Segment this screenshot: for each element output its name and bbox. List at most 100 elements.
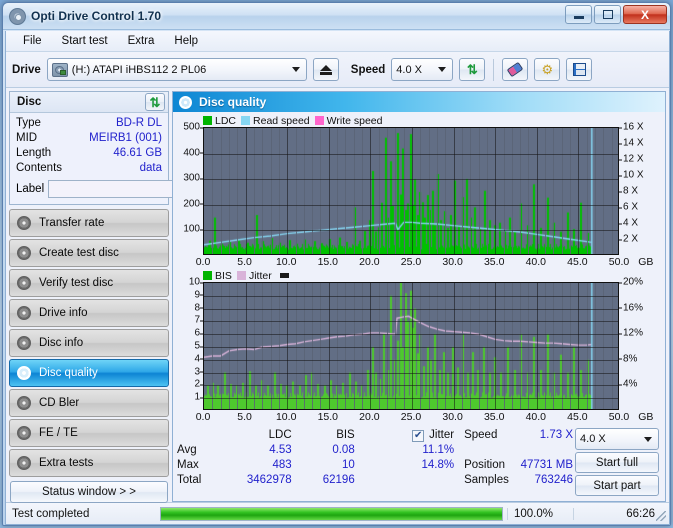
stats-header-bis: BIS	[336, 429, 355, 441]
refresh-button[interactable]: ⇅	[459, 58, 486, 81]
sidebar-item-drive-info[interactable]: Drive info	[9, 299, 169, 327]
sidebar-item-label: FE / TE	[39, 427, 78, 439]
minimize-icon	[573, 16, 584, 19]
grid-line-v	[337, 128, 338, 254]
grid-line-v	[537, 128, 538, 254]
grid-line-v	[612, 128, 613, 254]
disc-properties: Type BD-R DL MID MEIRB1 (001) Length 46.…	[10, 113, 219, 204]
test-speed-select[interactable]: 4.0 X	[575, 428, 660, 450]
menu-help[interactable]: Help	[165, 32, 207, 50]
jitter-checkbox[interactable]: ✔	[412, 429, 425, 442]
save-button[interactable]	[566, 58, 593, 81]
eject-icon	[319, 65, 332, 75]
grid-line-v	[296, 283, 297, 409]
sidebar-item-disc-info[interactable]: Disc info	[9, 329, 169, 357]
grid-line-v	[404, 283, 405, 409]
grid-line-v	[537, 283, 538, 409]
grid-line-h	[204, 385, 618, 386]
grid-line-v	[462, 128, 463, 254]
menu-file[interactable]: File	[14, 32, 51, 50]
disc-row-contents: Contents data	[16, 161, 162, 176]
stats-speed-key: Speed	[464, 429, 498, 441]
x-tick-label: 45.0	[567, 411, 588, 423]
disc-refresh-button[interactable]: ⇅	[145, 93, 165, 111]
disc-type-key: Type	[16, 117, 41, 129]
grid-line-v	[553, 128, 554, 254]
grid-line-v	[412, 283, 413, 409]
close-button[interactable]: X	[623, 5, 667, 24]
stats-ldc-total: 3462978	[246, 474, 292, 486]
menu-extra[interactable]: Extra	[119, 32, 164, 50]
gear-icon: ⚙	[541, 62, 554, 77]
start-full-button[interactable]: Start full	[575, 452, 660, 473]
grid-line-v	[287, 283, 288, 409]
bis-y-axis: 1 2 3 4 5 6 7 8 9 10	[173, 277, 204, 410]
grid-line-v	[246, 128, 247, 254]
page-title: Disc quality	[199, 95, 267, 109]
status-window-button[interactable]: Status window > >	[10, 481, 168, 503]
window-controls: X	[565, 5, 667, 24]
sidebar-item-disc-quality[interactable]: Disc quality	[9, 359, 169, 387]
x-tick-label: 20.0	[359, 256, 380, 268]
chevron-down-icon	[291, 67, 300, 72]
x-tick-label: 0.0	[195, 411, 211, 423]
grid-line-v	[296, 128, 297, 254]
title-bar: Opti Drive Control 1.70 X	[3, 3, 670, 30]
disc-info-panel: Disc ⇅ Type BD-R DL MID MEIRB1 (001) Len…	[9, 91, 219, 205]
y-tick-label: 500	[183, 121, 203, 133]
erase-button[interactable]	[502, 58, 529, 81]
resize-grip[interactable]	[656, 511, 666, 521]
stats-speed-value: 1.73 X	[539, 429, 574, 441]
sidebar: Disc ⇅ Type BD-R DL MID MEIRB1 (001) Len…	[6, 88, 219, 503]
menu-bar: File Start test Extra Help	[6, 31, 669, 52]
drive-select[interactable]: (H:) ATAPI iHBS112 2 PL06	[46, 58, 307, 81]
menu-start-test[interactable]: Start test	[53, 32, 117, 50]
stats-jitter-total	[357, 473, 454, 488]
bis-right-axis: 4% 8% 12% 16% 20%	[618, 277, 665, 410]
legend-item-read-speed: Read speed	[241, 115, 310, 127]
y-tick-label: 6	[194, 327, 203, 339]
sidebar-item-extra-tests[interactable]: Extra tests	[9, 449, 169, 477]
y2-tick-label: 12%	[618, 327, 644, 339]
grid-line-v	[329, 128, 330, 254]
grid-line-v	[387, 283, 388, 409]
legend-swatch-write-speed	[314, 116, 324, 125]
start-part-button[interactable]: Start part	[575, 475, 660, 496]
stats-ldc-avg: 4.53	[269, 444, 292, 456]
stats-col-ldc: LDC 4.53 483 3462978	[231, 428, 292, 499]
client-area: File Start test Extra Help Drive (H:) AT…	[5, 31, 670, 525]
eject-button[interactable]	[312, 58, 339, 81]
grid-line-v	[495, 128, 496, 254]
chevron-down-icon	[644, 436, 653, 442]
maximize-button[interactable]	[594, 5, 621, 24]
grid-line-v	[454, 128, 455, 254]
legend-swatch-ldc	[203, 116, 212, 125]
grid-line-v	[445, 283, 446, 409]
sidebar-item-create-test-disc[interactable]: Create test disc	[9, 239, 169, 267]
legend-label-read-speed: Read speed	[253, 114, 310, 127]
stats-header-jitter: Jitter	[429, 429, 455, 441]
sidebar-item-verify-test-disc[interactable]: Verify test disc	[9, 269, 169, 297]
stats-row-names: Avg Max Total	[177, 428, 229, 499]
minimize-button[interactable]	[565, 5, 592, 24]
y-tick-label: 300	[183, 172, 203, 184]
sidebar-item-fe-te[interactable]: FE / TE	[9, 419, 169, 447]
stats-jitter-max: 14.8%	[421, 459, 455, 471]
app-icon	[9, 7, 26, 25]
stats-bis-max: 10	[341, 459, 355, 471]
grid-line-v	[237, 128, 238, 254]
settings-button[interactable]: ⚙	[534, 58, 561, 81]
speed-select[interactable]: 4.0 X	[391, 58, 454, 81]
grid-line-v	[229, 128, 230, 254]
sidebar-item-transfer-rate[interactable]: Transfer rate	[9, 209, 169, 237]
bis-legend: BIS Jitter	[173, 269, 665, 282]
disc-test-icon	[17, 336, 31, 350]
progress-percent: 100.0%	[507, 507, 573, 520]
ldc-y-axis: 100 200 300 400 500	[173, 122, 203, 255]
sidebar-item-label: Drive info	[39, 307, 88, 319]
y2-tick-label: 4 X	[618, 217, 639, 229]
y-tick-label: 8	[194, 302, 203, 314]
grid-line-v	[479, 128, 480, 254]
disc-test-icon	[17, 426, 31, 440]
sidebar-item-cd-bler[interactable]: CD Bler	[9, 389, 169, 417]
